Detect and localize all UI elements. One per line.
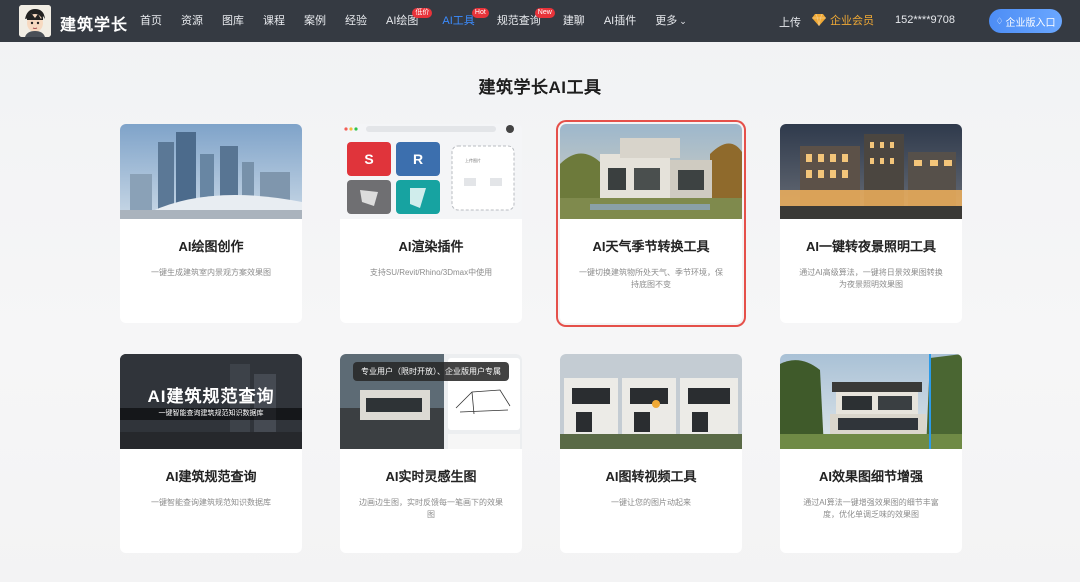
card-title: AI绘图创作 xyxy=(178,239,244,254)
upload-hint: 上传图片 xyxy=(465,158,481,163)
nav-item-ai-tools[interactable]: AI工具 Hot xyxy=(442,0,489,42)
card-title: AI天气季节转换工具 xyxy=(592,239,710,254)
card-description: 一键智能查询建筑规范知识数据库 xyxy=(151,498,271,507)
card-description: 一键切换建筑物所处天气、季节环境，保持底图不变 xyxy=(579,268,723,289)
nav-item-ai-plugins[interactable]: AI插件 xyxy=(604,0,636,42)
card-description: 通过AI高级算法，一键将日景效果图转换为夜景照明效果图 xyxy=(799,268,943,289)
nav-item-courses[interactable]: 课程 xyxy=(263,0,285,42)
upload-link[interactable]: 上传 xyxy=(779,14,801,30)
nav-item-more[interactable]: 更多 ⌄ xyxy=(655,0,687,42)
card-description: 边画边生图，实时反馈每一笔画下的效果图 xyxy=(359,498,503,519)
tool-card-ai-drawing[interactable]: AI绘图创作 一键生成建筑室内景观方案效果图 xyxy=(120,124,302,323)
diamond-outline-icon: ♢ xyxy=(995,15,1004,26)
enterprise-entry-button[interactable]: ♢ 企业版入口 xyxy=(989,9,1062,33)
badge-low-price: 低价 xyxy=(412,8,433,18)
tool-card-ai-render-plugin[interactable]: S R 上传图片 AI渲染插件 支持SU/Revit/Rhino/3Dmax中使… xyxy=(340,124,522,323)
tool-card-ai-detail-enhance[interactable]: AI效果图细节增强 通过AI算法一键增强效果图的细节丰富度，优化单调乏味的效果图 xyxy=(780,354,962,553)
tool-card-ai-weather-season[interactable]: AI天气季节转换工具 一键切换建筑物所处天气、季节环境，保持底图不变 xyxy=(560,124,742,323)
card-title: AI效果图细节增强 xyxy=(818,469,923,484)
card-title: AI一键转夜景照明工具 xyxy=(805,239,936,254)
card-description: 支持SU/Revit/Rhino/3Dmax中使用 xyxy=(369,268,493,277)
nav-item-resources[interactable]: 资源 xyxy=(181,0,203,42)
spec-banner-subtitle: 一键智能查询建筑规范知识数据库 xyxy=(120,408,302,420)
card-description: 一键让您的图片动起来 xyxy=(611,498,691,507)
nav-item-code-query[interactable]: 规范查询 New xyxy=(497,0,555,42)
card-thumbnail: AI建筑规范查询 一键智能查询建筑规范知识数据库 xyxy=(120,354,302,449)
page-title: 建筑学长AI工具 xyxy=(478,78,602,97)
tool-card-ai-image-to-video[interactable]: AI图转视频工具 一键让您的图片动起来 xyxy=(560,354,742,553)
brand-logo[interactable] xyxy=(19,5,51,37)
tool-card-ai-realtime-sketch[interactable]: AI实时灵感生图 边画边生图，实时反馈每一笔画下的效果图 xyxy=(340,354,522,553)
enterprise-member-link[interactable]: 企业会员 xyxy=(812,12,874,28)
nav-item-experience[interactable]: 经验 xyxy=(345,0,367,42)
nav-item-home[interactable]: 首页 xyxy=(140,0,162,42)
tool-card-ai-night-lighting[interactable]: AI一键转夜景照明工具 通过AI高级算法，一键将日景效果图转换为夜景照明效果图 xyxy=(780,124,962,323)
card-title: AI图转视频工具 xyxy=(605,469,697,484)
badge-hot: Hot xyxy=(471,8,489,18)
card-thumbnail: S R 上传图片 xyxy=(340,124,522,219)
top-navbar: 建筑学长 首页 资源 图库 课程 案例 经验 AI绘图 低价 AI工具 Hot … xyxy=(0,0,1080,42)
user-account[interactable]: 152****9708 xyxy=(895,14,955,26)
svg-text:S: S xyxy=(364,151,373,167)
spec-banner-text: AI建筑规范查询 xyxy=(147,387,275,406)
card-thumbnail xyxy=(560,124,742,219)
diamond-icon xyxy=(812,14,826,26)
tool-card-ai-code-query[interactable]: AI建筑规范查询 一键智能查询建筑规范知识数据库 AI建筑规范查询 一键智能查询… xyxy=(120,354,302,553)
nav-item-cases[interactable]: 案例 xyxy=(304,0,326,42)
nav-item-ai-drawing[interactable]: AI绘图 低价 xyxy=(386,0,433,42)
svg-text:R: R xyxy=(413,151,423,167)
exclusive-access-tooltip: 专业用户（限时开放）、企业版用户专属 xyxy=(353,362,509,381)
main-nav: 首页 资源 图库 课程 案例 经验 AI绘图 低价 AI工具 Hot 规范查询 … xyxy=(140,0,706,42)
card-description: 通过AI算法一键增强效果图的细节丰富度，优化单调乏味的效果图 xyxy=(803,498,939,519)
card-thumbnail xyxy=(560,354,742,449)
chevron-down-icon: ⌄ xyxy=(679,16,687,26)
brand-name[interactable]: 建筑学长 xyxy=(60,11,128,35)
card-description: 一键生成建筑室内景观方案效果图 xyxy=(151,268,271,277)
badge-new: New xyxy=(534,8,555,18)
card-title: AI渲染插件 xyxy=(398,239,464,254)
card-thumbnail xyxy=(780,124,962,219)
card-thumbnail xyxy=(780,354,962,449)
card-title: AI建筑规范查询 xyxy=(165,469,257,484)
card-title: AI实时灵感生图 xyxy=(385,469,477,484)
card-thumbnail xyxy=(120,124,302,219)
nav-item-chat[interactable]: 建聊 xyxy=(563,0,585,42)
nav-item-gallery[interactable]: 图库 xyxy=(222,0,244,42)
